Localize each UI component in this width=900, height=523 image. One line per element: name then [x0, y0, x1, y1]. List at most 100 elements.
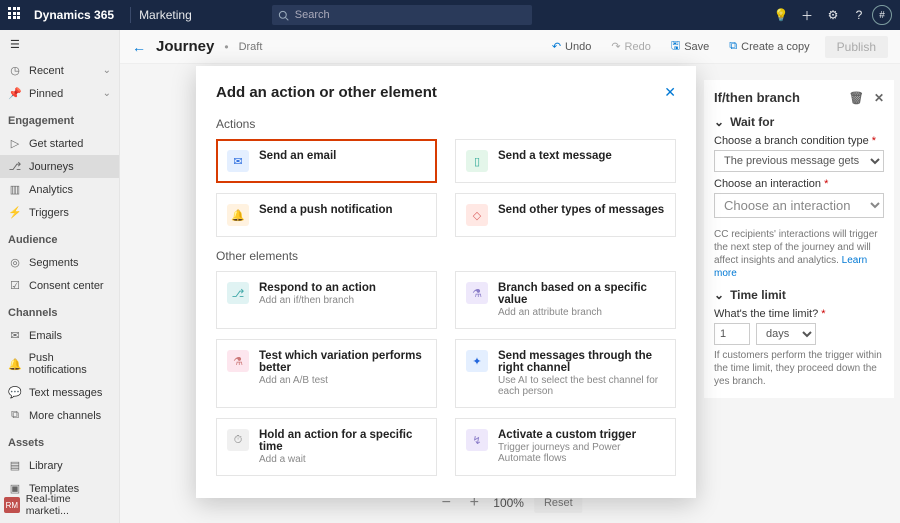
nav-library[interactable]: ▤Library [0, 454, 119, 477]
status-label: Draft [239, 41, 263, 53]
mail-icon: ✉ [227, 150, 249, 172]
section-channels: Channels [0, 297, 119, 324]
help-icon[interactable]: ? [846, 8, 872, 22]
action-send-other[interactable]: ◇ Send other types of messages [455, 193, 676, 237]
area-switcher[interactable]: RM Real-time marketi... [4, 493, 115, 517]
journey-icon: ⎇ [8, 160, 22, 173]
app-area: Marketing [139, 8, 192, 22]
element-branch-value[interactable]: ⚗ Branch based on a specific valueAdd an… [455, 271, 676, 329]
ai-channel-icon: ✦ [466, 350, 488, 372]
status-dot: • [224, 40, 228, 54]
timelimit-value[interactable] [714, 323, 750, 345]
nav-emails[interactable]: ✉Emails [0, 324, 119, 347]
panel-title: If/then branch [714, 90, 800, 105]
hamburger-icon[interactable]: ☰ [0, 30, 119, 59]
timer-icon: ⏱ [227, 429, 249, 451]
undo-icon: ↶ [552, 40, 561, 53]
send-icon: ◇ [466, 204, 488, 226]
bell-icon: 🔔 [8, 358, 22, 371]
element-respond[interactable]: ⎇ Respond to an actionAdd an if/then bra… [216, 271, 437, 329]
element-hold[interactable]: ⏱ Hold an action for a specific timeAdd … [216, 418, 437, 476]
copy-button[interactable]: ⧉Create a copy [724, 37, 814, 56]
action-send-text[interactable]: ▯ Send a text message [455, 139, 676, 183]
condition-type-select[interactable]: The previous message gets an interacti..… [714, 150, 884, 172]
area-label: Real-time marketi... [26, 493, 115, 517]
section-engagement: Engagement [0, 105, 119, 132]
settings-icon[interactable]: ⚙ [820, 8, 846, 22]
nav-segments[interactable]: ◎Segments [0, 251, 119, 274]
nav-recent[interactable]: ◷Recent⌄ [0, 59, 119, 82]
action-send-email[interactable]: ✉ Send an email [216, 139, 437, 183]
play-icon: ▷ [8, 137, 22, 150]
timelimit-label: What's the time limit? * [714, 308, 884, 320]
avatar[interactable]: # [872, 5, 892, 25]
interaction-select[interactable]: Choose an interaction [714, 193, 884, 218]
help-text-2: If customers perform the trigger within … [714, 349, 884, 388]
timelimit-unit[interactable]: days [756, 323, 816, 345]
redo-icon: ↷ [611, 40, 620, 53]
nav-triggers[interactable]: ⚡Triggers [0, 201, 119, 224]
back-icon[interactable]: ← [132, 39, 146, 55]
analytics-icon: ▥ [8, 183, 22, 196]
attribute-icon: ⚗ [466, 282, 488, 304]
waitfor-accordion[interactable]: ⌄Wait for [714, 115, 884, 129]
left-nav: ☰ ◷Recent⌄ 📌Pinned⌄ Engagement ▷Get star… [0, 30, 120, 523]
add-action-modal: Add an action or other element ✕ Actions… [196, 66, 696, 498]
element-ab-test[interactable]: ⚗ Test which variation performs betterAd… [216, 339, 437, 408]
undo-button[interactable]: ↶Undo [547, 37, 597, 56]
chevron-down-icon: ⌄ [714, 115, 724, 129]
save-icon: 🖫 [671, 37, 680, 56]
command-bar: ← Journey • Draft ↶Undo ↷Redo 🖫Save ⧉Cre… [120, 30, 900, 64]
element-right-channel[interactable]: ✦ Send messages through the right channe… [455, 339, 676, 408]
chat-icon: 💬 [8, 386, 22, 399]
element-custom-trigger[interactable]: ↯ Activate a custom triggerTrigger journ… [455, 418, 676, 476]
flask-icon: ⚗ [227, 350, 249, 372]
app-launcher-icon[interactable] [8, 7, 24, 23]
action-send-push[interactable]: 🔔 Send a push notification [216, 193, 437, 237]
nav-analytics[interactable]: ▥Analytics [0, 178, 119, 201]
section-assets: Assets [0, 427, 119, 454]
nav-text[interactable]: 💬Text messages [0, 381, 119, 404]
more-icon: ⧉ [8, 409, 22, 422]
search-icon [278, 10, 289, 21]
branch-icon: ⎇ [227, 282, 249, 304]
lightbulb-icon[interactable]: 💡 [768, 8, 794, 22]
search-placeholder: Search [295, 9, 330, 21]
modal-title: Add an action or other element [216, 84, 437, 101]
copy-icon: ⧉ [729, 40, 737, 53]
nav-journeys[interactable]: ⎇Journeys [0, 155, 119, 178]
app-name: Dynamics 365 [34, 8, 114, 22]
nav-get-started[interactable]: ▷Get started [0, 132, 119, 155]
nav-pinned[interactable]: 📌Pinned⌄ [0, 82, 119, 105]
properties-panel: If/then branch 🗑 ✕ ⌄Wait for Choose a br… [704, 80, 894, 398]
library-icon: ▤ [8, 459, 22, 472]
add-icon[interactable]: ＋ [794, 7, 820, 24]
segments-icon: ◎ [8, 256, 22, 269]
cond-label: Choose a branch condition type * [714, 135, 884, 147]
zoom-level: 100% [493, 496, 524, 510]
timelimit-accordion[interactable]: ⌄Time limit [714, 288, 884, 302]
global-search[interactable]: Search [272, 5, 532, 25]
nav-push[interactable]: 🔔Push notifications [0, 347, 119, 381]
page-title: Journey [156, 38, 214, 55]
section-audience: Audience [0, 224, 119, 251]
nav-consent[interactable]: ☑Consent center [0, 274, 119, 297]
publish-button[interactable]: Publish [825, 36, 888, 58]
clock-icon: ◷ [8, 64, 22, 77]
close-panel-icon[interactable]: ✕ [874, 91, 884, 105]
save-button[interactable]: 🖫Save [666, 34, 714, 59]
consent-icon: ☑ [8, 279, 22, 292]
separator [130, 7, 131, 23]
nav-more-channels[interactable]: ⧉More channels [0, 404, 119, 427]
redo-button[interactable]: ↷Redo [606, 37, 656, 56]
phone-icon: ▯ [466, 150, 488, 172]
trigger-icon: ↯ [466, 429, 488, 451]
bell-icon: 🔔 [227, 204, 249, 226]
other-heading: Other elements [216, 249, 676, 263]
close-icon[interactable]: ✕ [664, 84, 676, 101]
chevron-down-icon: ⌄ [714, 288, 724, 302]
global-top-bar: Dynamics 365 Marketing Search 💡 ＋ ⚙ ? # [0, 0, 900, 30]
chevron-down-icon: ⌄ [103, 65, 111, 76]
chevron-down-icon: ⌄ [103, 88, 111, 99]
delete-icon[interactable]: 🗑 [849, 91, 864, 105]
